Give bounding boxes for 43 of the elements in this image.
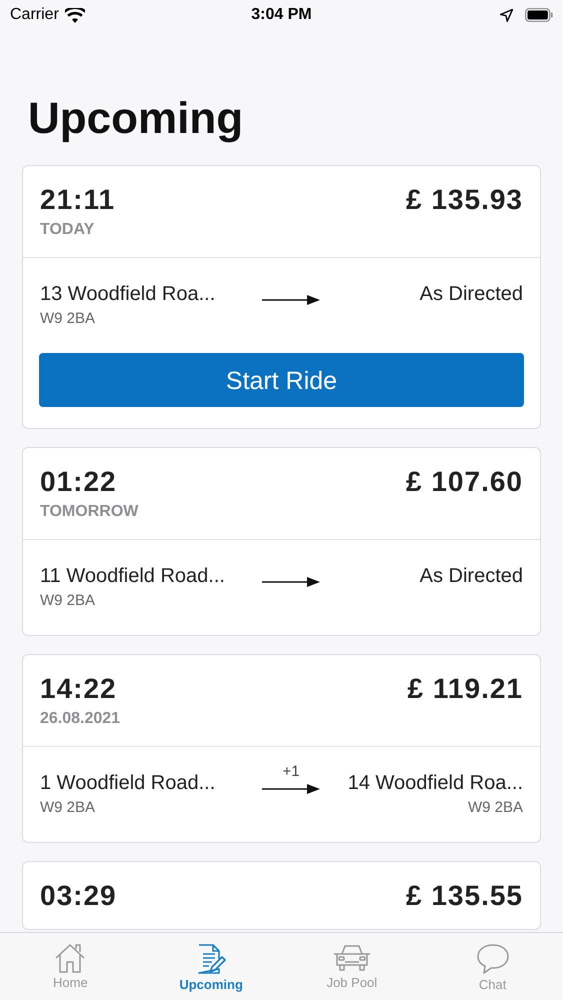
dropoff-address: 14 Woodfield Roa... [346,771,523,795]
pickup-date: TOMORROW [40,502,138,522]
dropoff-address: As Directed [418,282,523,306]
fare-price: £ 135.55 [406,880,523,912]
location-icon [500,8,513,22]
tab[interactable]: Home [0,933,141,1000]
pickup-time: 03:29 [40,880,117,912]
pickup-postcode: W9 2BA [40,592,96,609]
fare-price: £ 107.60 [406,466,523,499]
pickup-postcode: W9 2BA [40,799,96,816]
arrow-icon [262,783,320,795]
dropoff-address: As Directed [418,564,523,588]
pickup-postcode: W9 2BA [40,310,96,327]
pickup-address: 1 Woodfield Road... [40,771,216,795]
pickup-address: 13 Woodfield Roa... [40,282,216,306]
ride-card[interactable]: 14:22 26.08.2021 £ 119.21 1 Woodfield Road... W9 2BA +1 14 Woodfield Roa... W9 2BA [22,654,541,843]
house-icon [54,943,86,973]
wifi-icon [64,8,85,22]
pickup-date: TODAY [40,220,96,240]
page-title: Upcoming [28,94,244,144]
carrier-name: Carrier [10,6,59,24]
car-icon [332,943,371,973]
fare-price: £ 135.93 [406,184,523,217]
arrow-icon [262,294,320,306]
speech-bubble-icon [476,943,510,975]
ride-card[interactable]: 01:22 TOMORROW £ 107.60 11 Woodfield Road... W9 2BA As Directed [22,447,541,636]
tab[interactable]: Chat [422,933,563,1000]
stops-count: +1 [282,763,300,780]
pickup-time: 14:22 [40,673,118,705]
pickup-time: 01:22 [40,466,118,498]
dropoff-postcode: W9 2BA [466,799,523,816]
fare-price: £ 119.21 [408,673,523,706]
pickup-address: 11 Woodfield Road... [40,564,226,588]
pickup-time: 21:11 [40,184,116,216]
ride-card[interactable]: 21:11 TODAY £ 135.93 13 Woodfield Roa... W9 2BA As Directed Start Ride [22,165,541,429]
battery-icon [525,8,553,22]
tab[interactable]: Upcoming [140,933,282,1000]
tab[interactable]: Job Pool [282,933,422,1000]
clock-time: 3:04 PM [251,6,312,24]
ride-card[interactable]: 03:29 £ 135.55 [22,861,541,930]
pickup-date: 26.08.2021 [40,709,120,729]
start-ride-button[interactable]: Start Ride [39,353,524,407]
arrow-icon [262,576,320,588]
